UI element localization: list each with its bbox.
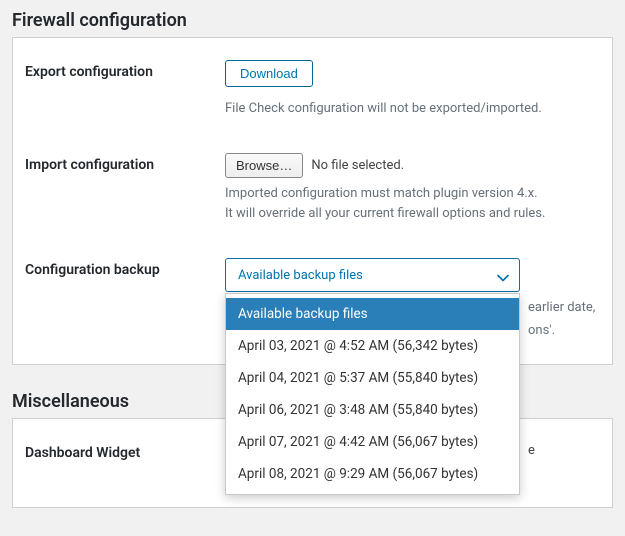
file-status: No file selected. [311, 158, 404, 173]
download-button[interactable]: Download [225, 60, 313, 87]
backup-dropdown[interactable]: Available backup files April 03, 2021 @ … [225, 293, 520, 495]
browse-button[interactable]: Browse… [225, 153, 303, 178]
firewall-panel: Export configuration Download File Check… [12, 37, 613, 365]
backup-row: Configuration backup Available backup fi… [25, 250, 600, 350]
export-hint: File Check configuration will not be exp… [225, 99, 600, 119]
backup-select[interactable]: Available backup files [225, 258, 520, 292]
backup-option[interactable]: April 03, 2021 @ 4:52 AM (56,342 bytes) [226, 330, 519, 362]
chevron-down-icon [497, 271, 509, 279]
backup-option[interactable]: April 08, 2021 @ 9:29 AM (56,067 bytes) [226, 458, 519, 490]
backup-option[interactable]: April 06, 2021 @ 3:48 AM (55,840 bytes) [226, 394, 519, 426]
backup-option[interactable]: April 04, 2021 @ 5:37 AM (55,840 bytes) [226, 362, 519, 394]
backup-label: Configuration backup [25, 258, 225, 278]
export-row: Export configuration Download File Check… [25, 52, 600, 127]
backup-option[interactable]: Available backup files [226, 298, 519, 330]
export-label: Export configuration [25, 60, 225, 80]
import-row: Import configuration Browse… No file sel… [25, 145, 600, 232]
import-label: Import configuration [25, 153, 225, 173]
widget-label: Dashboard Widget [25, 441, 225, 461]
backup-select-value: Available backup files [238, 268, 363, 283]
import-hint-1: Imported configuration must match plugin… [225, 184, 600, 204]
backup-option[interactable]: April 07, 2021 @ 4:42 AM (56,067 bytes) [226, 426, 519, 458]
import-hint-2: It will override all your current firewa… [225, 204, 600, 224]
firewall-section-title: Firewall configuration [12, 10, 613, 31]
